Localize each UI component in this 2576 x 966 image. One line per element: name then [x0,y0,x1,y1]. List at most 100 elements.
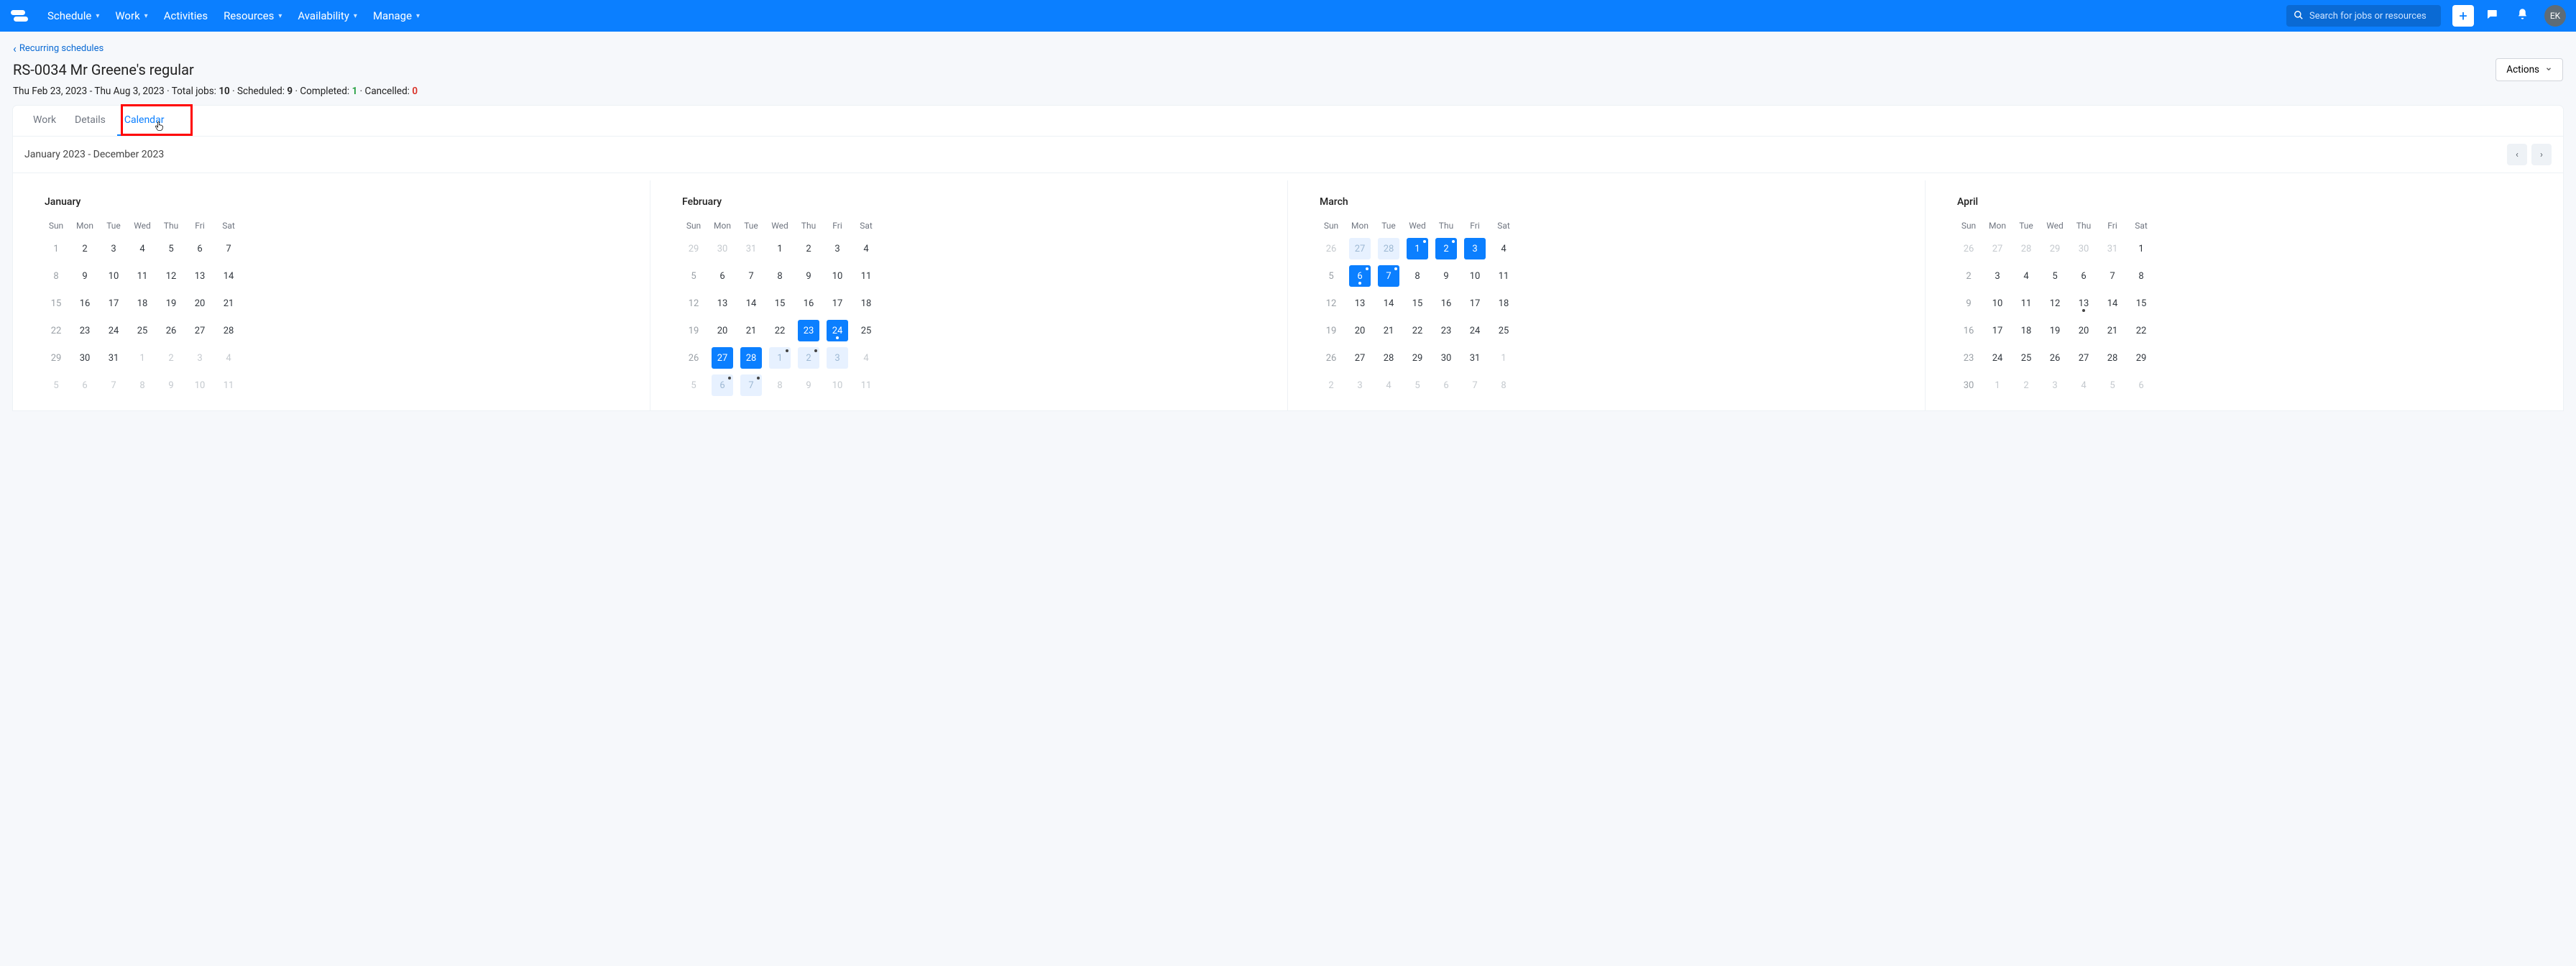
calendar-cell[interactable]: 27 [708,344,737,372]
nav-item-activities[interactable]: Activities [157,5,215,27]
calendar-cell[interactable]: 4 [1374,372,1403,399]
nav-item-availability[interactable]: Availability▾ [290,5,364,27]
calendar-cell[interactable]: 29 [1403,344,1432,372]
calendar-cell[interactable]: 10 [1460,262,1489,290]
calendar-cell[interactable]: 29 [2127,344,2156,372]
calendar-cell[interactable]: 17 [823,290,852,317]
nav-item-manage[interactable]: Manage▾ [366,5,427,27]
calendar-cell[interactable]: 22 [42,317,70,344]
calendar-cell[interactable]: 23 [1954,344,1983,372]
calendar-cell[interactable]: 29 [2041,235,2069,262]
calendar-cell[interactable]: 18 [852,290,880,317]
calendar-cell[interactable]: 11 [1489,262,1518,290]
calendar-cell[interactable]: 27 [2069,344,2098,372]
calendar-cell[interactable]: 25 [1489,317,1518,344]
calendar-cell[interactable]: 5 [157,235,185,262]
calendar-cell[interactable]: 10 [99,262,128,290]
calendar-cell[interactable]: 8 [42,262,70,290]
calendar-cell[interactable]: 11 [214,372,243,399]
calendar-cell[interactable]: 27 [1983,235,2012,262]
calendar-cell[interactable]: 17 [1460,290,1489,317]
calendar-cell[interactable]: 26 [679,344,708,372]
calendar-cell[interactable]: 2 [1432,235,1460,262]
notifications-button[interactable] [2510,4,2534,28]
calendar-cell[interactable]: 13 [185,262,214,290]
calendar-cell[interactable]: 8 [128,372,157,399]
calendar-cell[interactable]: 19 [2041,317,2069,344]
calendar-cell[interactable]: 26 [157,317,185,344]
calendar-cell[interactable]: 8 [2127,262,2156,290]
calendar-cell[interactable]: 7 [1460,372,1489,399]
calendar-cell[interactable]: 2 [157,344,185,372]
calendar-cell[interactable]: 19 [1317,317,1346,344]
calendar-cell[interactable]: 31 [99,344,128,372]
calendar-cell[interactable]: 30 [1432,344,1460,372]
calendar-cell[interactable]: 6 [2069,262,2098,290]
calendar-cell[interactable]: 2 [1317,372,1346,399]
breadcrumb-link[interactable]: ‹ Recurring schedules [13,42,2563,55]
calendar-cell[interactable]: 12 [2041,290,2069,317]
calendar-cell[interactable]: 30 [1954,372,1983,399]
calendar-cell[interactable]: 17 [99,290,128,317]
calendar-cell[interactable]: 15 [2127,290,2156,317]
calendar-cell[interactable]: 6 [1432,372,1460,399]
calendar-cell[interactable]: 24 [1983,344,2012,372]
calendar-cell[interactable]: 23 [1432,317,1460,344]
next-page-button[interactable]: › [2531,144,2552,165]
calendar-cell[interactable]: 1 [1403,235,1432,262]
calendar-cell[interactable]: 8 [765,262,794,290]
calendar-cell[interactable]: 20 [1346,317,1374,344]
calendar-cell[interactable]: 7 [2098,262,2127,290]
calendar-cell[interactable]: 4 [852,344,880,372]
calendar-cell[interactable]: 9 [157,372,185,399]
calendar-cell[interactable]: 4 [214,344,243,372]
calendar-cell[interactable]: 14 [737,290,765,317]
calendar-cell[interactable]: 2 [70,235,99,262]
calendar-cell[interactable]: 10 [823,372,852,399]
calendar-cell[interactable]: 25 [852,317,880,344]
calendar-cell[interactable]: 16 [1432,290,1460,317]
calendar-cell[interactable]: 3 [99,235,128,262]
tab-details[interactable]: Details [68,106,113,136]
calendar-cell[interactable]: 27 [1346,235,1374,262]
calendar-cell[interactable]: 27 [185,317,214,344]
calendar-cell[interactable]: 5 [679,262,708,290]
calendar-cell[interactable]: 30 [2069,235,2098,262]
calendar-cell[interactable]: 28 [2012,235,2041,262]
calendar-cell[interactable]: 3 [823,235,852,262]
calendar-cell[interactable]: 21 [737,317,765,344]
calendar-cell[interactable]: 18 [128,290,157,317]
calendar-cell[interactable]: 6 [2127,372,2156,399]
calendar-cell[interactable]: 16 [1954,317,1983,344]
calendar-cell[interactable]: 3 [2041,372,2069,399]
calendar-cell[interactable]: 4 [2069,372,2098,399]
nav-item-resources[interactable]: Resources▾ [216,5,289,27]
calendar-cell[interactable]: 20 [185,290,214,317]
calendar-cell[interactable]: 6 [1346,262,1374,290]
calendar-cell[interactable]: 9 [794,262,823,290]
calendar-cell[interactable]: 26 [1954,235,1983,262]
calendar-cell[interactable]: 5 [2098,372,2127,399]
user-avatar[interactable]: EK [2544,5,2566,27]
calendar-cell[interactable]: 10 [1983,290,2012,317]
calendar-cell[interactable]: 26 [2041,344,2069,372]
calendar-cell[interactable]: 13 [1346,290,1374,317]
tab-calendar[interactable]: Calendar [117,106,172,136]
calendar-cell[interactable]: 23 [794,317,823,344]
calendar-cell[interactable]: 21 [2098,317,2127,344]
calendar-cell[interactable]: 1 [42,235,70,262]
prev-page-button[interactable]: ‹ [2507,144,2527,165]
search-input[interactable] [2309,11,2434,22]
calendar-cell[interactable]: 11 [2012,290,2041,317]
calendar-cell[interactable]: 11 [852,262,880,290]
calendar-cell[interactable]: 14 [2098,290,2127,317]
calendar-cell[interactable]: 5 [42,372,70,399]
tab-work[interactable]: Work [26,106,63,136]
calendar-cell[interactable]: 1 [765,235,794,262]
calendar-cell[interactable]: 12 [157,262,185,290]
calendar-cell[interactable]: 31 [737,235,765,262]
calendar-cell[interactable]: 28 [2098,344,2127,372]
calendar-cell[interactable]: 30 [70,344,99,372]
calendar-cell[interactable]: 7 [737,262,765,290]
calendar-cell[interactable]: 13 [2069,290,2098,317]
